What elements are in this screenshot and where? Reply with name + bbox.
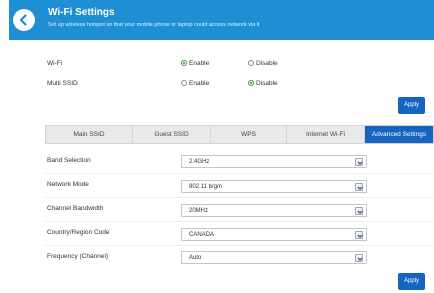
wifi-enable-label: Enable [189,60,210,67]
chevron-down-icon [355,254,363,262]
wifi-disable-label: Disable [256,60,278,67]
network-mode-select[interactable]: 802.11 b/g/n [181,180,367,193]
country-region-select[interactable]: CANADA [181,228,367,241]
multi-ssid-enable-radio[interactable]: Enable [181,80,209,87]
wifi-label: Wi-Fi [47,60,63,67]
radio-unselected-icon [248,60,254,66]
back-button[interactable] [13,9,35,31]
tab-advanced-settings[interactable]: Advanced Settings [365,126,433,143]
chevron-down-icon [355,183,363,191]
multi-ssid-disable-radio[interactable]: Disable [248,80,278,87]
frequency-channel-value: Auto [189,255,202,261]
multi-ssid-disable-label: Disable [256,80,278,87]
chevron-down-icon [355,158,363,166]
frequency-channel-label: Frequency (Channel) [47,253,109,260]
band-selection-select[interactable]: 2.4GHz [181,155,367,168]
tab-wps[interactable]: WPS [211,126,287,143]
channel-bandwidth-label: Channel Bandwidth [47,205,104,212]
row-divider [45,221,434,222]
tab-internet-wifi[interactable]: Internet Wi-Fi [287,126,365,143]
page-header: Wi-Fi Settings Set up wireless hotspot s… [9,0,434,40]
band-selection-label: Band Selection [47,157,91,164]
network-mode-label: Network Mode [47,181,89,188]
row-divider [45,197,434,198]
tab-main-ssid[interactable]: Main SSID [46,126,133,143]
network-mode-value: 802.11 b/g/n [189,184,222,190]
country-region-label: Country/Region Code [47,229,110,236]
wifi-settings-page: Wi-Fi Settings Set up wireless hotspot s… [0,0,434,293]
page-subtitle: Set up wireless hotspot so that your mob… [48,22,260,28]
chevron-left-icon [19,14,27,26]
wifi-disable-radio[interactable]: Disable [248,60,278,67]
country-region-value: CANADA [189,232,215,238]
channel-bandwidth-select[interactable]: 20MHz [181,204,367,217]
tab-guest-ssid[interactable]: Guest SSID [133,126,211,143]
radio-unselected-icon [181,80,187,86]
apply-button-top[interactable]: Apply [398,97,425,114]
chevron-down-icon [355,231,363,239]
band-selection-value: 2.4GHz [189,159,210,165]
channel-bandwidth-value: 20MHz [189,208,209,214]
frequency-channel-select[interactable]: Auto [181,251,367,264]
multi-ssid-label: Multi SSID [47,80,78,87]
page-title: Wi-Fi Settings [48,7,115,18]
row-divider [45,245,434,246]
settings-tabs: Main SSID Guest SSID WPS Internet Wi-Fi … [45,125,434,144]
apply-button-bottom[interactable]: Apply [398,273,425,290]
row-divider [45,173,434,174]
wifi-enable-radio[interactable]: Enable [181,60,209,67]
radio-selected-icon [248,80,254,86]
chevron-down-icon [355,207,363,215]
multi-ssid-enable-label: Enable [189,80,210,87]
radio-selected-icon [181,60,187,66]
